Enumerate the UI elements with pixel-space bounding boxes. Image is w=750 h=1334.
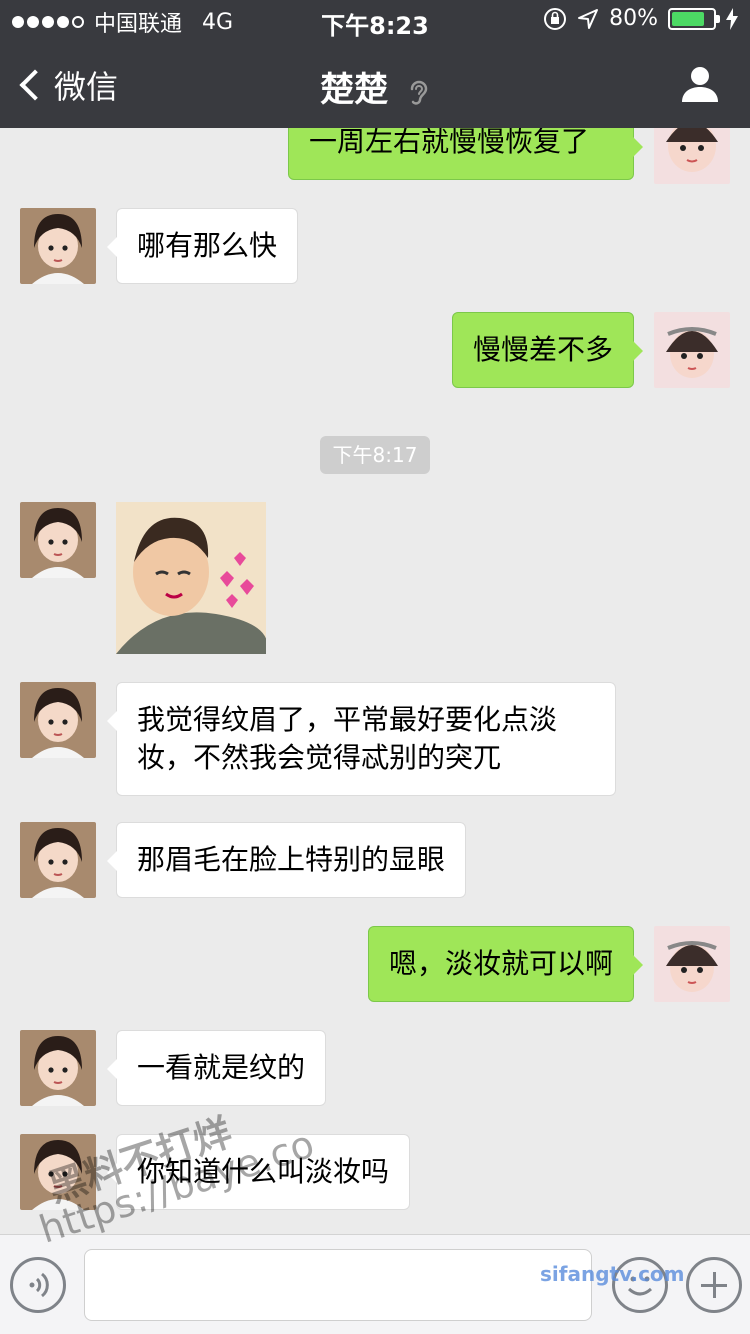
message-other: 一看就是纹的 xyxy=(0,1030,750,1110)
avatar[interactable] xyxy=(20,208,96,284)
sticker-image[interactable] xyxy=(116,502,266,654)
timestamp: 下午8:17 xyxy=(320,436,430,474)
lock-rotation-icon xyxy=(544,7,567,30)
location-arrow-icon xyxy=(578,8,599,29)
chat-title-text: 楚楚 xyxy=(320,70,389,110)
message-me: 慢慢差不多 xyxy=(0,312,750,392)
message-other xyxy=(0,502,750,662)
message-text: 哪有那么快 xyxy=(137,229,278,262)
chat-area[interactable]: 一周左右就慢慢恢复了 哪有那么快 慢慢差不多 下午8:17 我觉得纹眉了，平常最… xyxy=(0,128,750,1234)
nav-bar: 微信 楚楚 xyxy=(0,44,750,128)
message-bubble[interactable]: 我觉得纹眉了，平常最好要化点淡妆，不然我会觉得忒别的突兀 xyxy=(107,682,616,796)
message-bubble[interactable]: 一看就是纹的 xyxy=(106,1030,327,1106)
message-text: 一看就是纹的 xyxy=(137,1051,306,1084)
plus-button[interactable] xyxy=(686,1257,742,1313)
message-me: 嗯，淡妆就可以啊 xyxy=(0,926,750,1006)
avatar[interactable] xyxy=(654,312,730,388)
message-text: 一周左右就慢慢恢复了 xyxy=(309,128,590,158)
voice-icon xyxy=(29,1272,49,1298)
charging-bolt-icon xyxy=(726,7,738,30)
watermark: sifangtv.com xyxy=(540,1262,685,1286)
avatar[interactable] xyxy=(20,682,96,758)
message-input[interactable] xyxy=(84,1249,592,1321)
top-bar: 中国联通 4G 下午8:23 80% 微信 楚楚 xyxy=(0,0,750,128)
message-bubble[interactable]: 嗯，淡妆就可以啊 xyxy=(367,926,644,1002)
message-bubble[interactable]: 那眉毛在脸上特别的显眼 xyxy=(106,822,467,898)
message-text: 慢慢差不多 xyxy=(472,333,613,366)
message-other: 那眉毛在脸上特别的显眼 xyxy=(0,822,750,902)
status-right: 80% xyxy=(543,6,738,31)
message-me: 一周左右就慢慢恢复了 xyxy=(0,128,750,188)
user-profile-icon[interactable] xyxy=(680,64,720,104)
avatar[interactable] xyxy=(20,822,96,898)
battery-fill xyxy=(672,11,704,26)
chat-title: 楚楚 xyxy=(0,62,750,111)
avatar[interactable] xyxy=(20,502,96,578)
message-text: 我觉得纹眉了，平常最好要化点淡妆，不然我会觉得忒别的突兀 xyxy=(137,703,558,774)
message-text: 嗯，淡妆就可以啊 xyxy=(388,947,613,980)
message-bubble[interactable]: 慢慢差不多 xyxy=(451,312,644,388)
status-bar: 中国联通 4G 下午8:23 80% xyxy=(0,0,750,40)
message-other: 哪有那么快 xyxy=(0,208,750,288)
message-bubble[interactable]: 哪有那么快 xyxy=(106,208,299,284)
ear-icon xyxy=(410,80,428,105)
battery-icon xyxy=(668,7,720,30)
voice-button[interactable] xyxy=(10,1257,66,1313)
avatar[interactable] xyxy=(20,1030,96,1106)
battery-percent: 80% xyxy=(609,6,658,31)
message-text: 那眉毛在脸上特别的显眼 xyxy=(137,843,446,876)
avatar[interactable] xyxy=(654,926,730,1002)
message-other: 我觉得纹眉了，平常最好要化点淡妆，不然我会觉得忒别的突兀 xyxy=(0,682,750,798)
message-bubble[interactable]: 一周左右就慢慢恢复了 xyxy=(288,128,643,180)
avatar[interactable] xyxy=(654,128,730,184)
